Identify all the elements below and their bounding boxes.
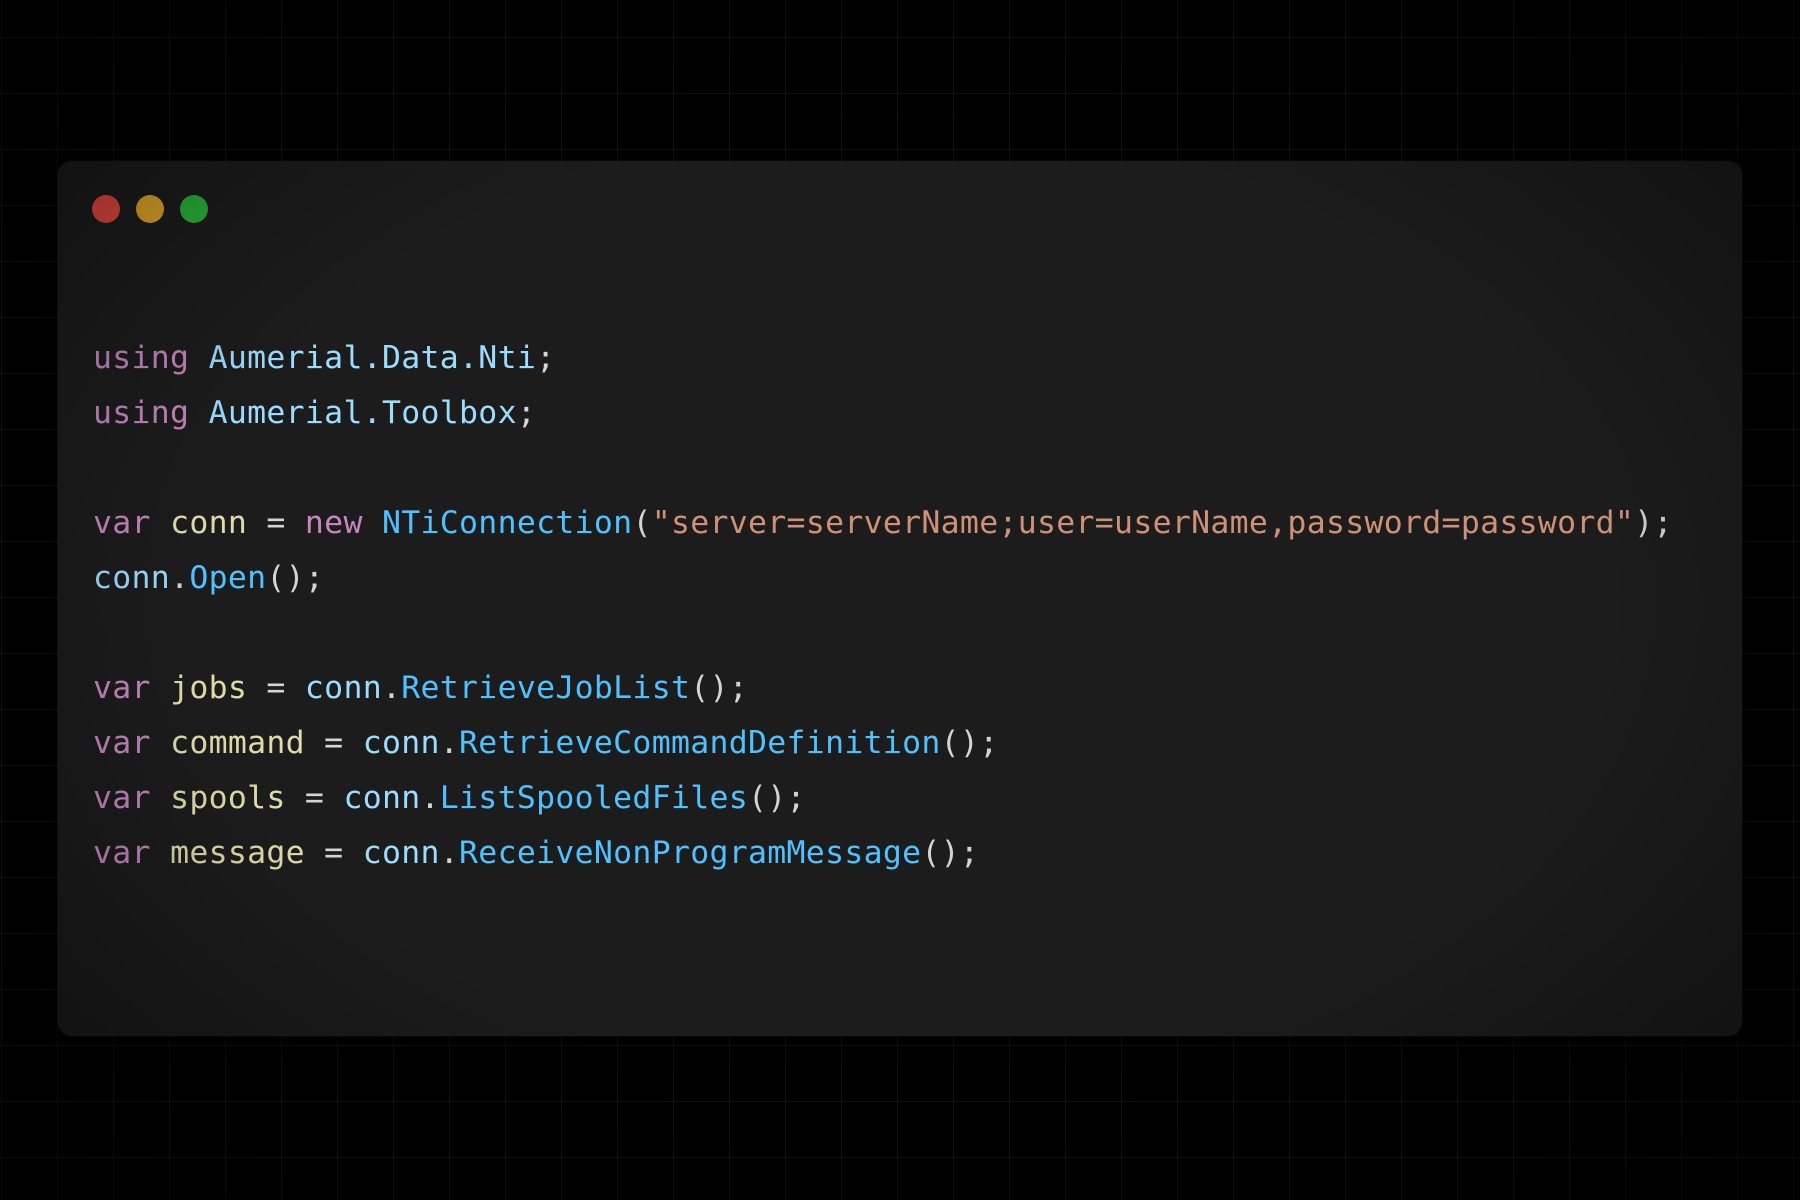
code-token: "server=serverName;user=userName,passwor…: [651, 505, 1635, 541]
code-token: );: [1634, 505, 1673, 541]
code-line: var conn = new NTiConnection("server=ser…: [93, 496, 1673, 551]
code-token: var: [93, 505, 151, 541]
code-token: jobs: [170, 670, 248, 706]
code-token: ;: [516, 395, 537, 431]
code-token: (: [632, 505, 652, 541]
code-token: ();: [940, 725, 999, 761]
code-token: var: [93, 725, 151, 761]
code-token: using: [93, 395, 190, 431]
code-token: ListSpooledFiles: [439, 780, 749, 816]
code-token: ;: [536, 340, 556, 376]
code-token: command: [170, 725, 305, 761]
code-token: NTiConnection: [381, 505, 633, 541]
window-controls: [92, 195, 208, 223]
code-token: ReceiveNonProgramMessage: [459, 835, 922, 871]
code-token: =: [247, 505, 305, 541]
maximize-button[interactable]: [180, 195, 208, 223]
code-token: conn: [362, 725, 440, 761]
code-token: =: [304, 835, 363, 871]
code-token: .: [439, 725, 460, 761]
code-token: var: [93, 780, 151, 816]
code-token: spools: [170, 780, 286, 816]
code-token: =: [304, 725, 363, 761]
code-token: using: [93, 340, 190, 376]
code-token: =: [247, 670, 305, 706]
code-line: using Aumerial.Toolbox;: [93, 386, 1673, 441]
code-line: var command = conn.RetrieveCommandDefini…: [93, 716, 1673, 771]
close-button[interactable]: [92, 195, 120, 223]
code-window: using Aumerial.Data.Nti; using Aumerial.T…: [58, 161, 1742, 1036]
code-token: RetrieveCommandDefinition: [459, 725, 941, 761]
code-token: var: [93, 670, 151, 706]
code-token: ();: [266, 560, 325, 596]
code-line: using Aumerial.Data.Nti;: [93, 331, 1673, 386]
code-line: var spools = conn.ListSpooledFiles();: [93, 771, 1673, 826]
code-token: conn: [170, 505, 248, 541]
code-token: .: [381, 670, 402, 706]
code-token: =: [285, 780, 344, 816]
code-line: var jobs = conn.RetrieveJobList();: [93, 661, 1673, 716]
code-token: conn: [362, 835, 440, 871]
minimize-button[interactable]: [136, 195, 164, 223]
code-token: conn: [304, 670, 382, 706]
code-token: Open: [189, 560, 267, 596]
code-token: .: [170, 560, 190, 596]
code-token: conn: [343, 780, 421, 816]
code-line: var message = conn.ReceiveNonProgramMess…: [93, 826, 1673, 881]
code-block: using Aumerial.Data.Nti; using Aumerial.T…: [93, 331, 1673, 881]
code-token: RetrieveJobList: [401, 670, 691, 706]
code-token: ();: [748, 780, 806, 816]
code-line: conn.Open();: [93, 551, 1673, 606]
code-token: .: [439, 835, 460, 871]
code-token: .: [420, 780, 440, 816]
code-token: Aumerial.Toolbox: [208, 395, 517, 431]
code-token: conn: [93, 560, 171, 596]
code-token: ();: [921, 835, 980, 871]
code-token: new: [304, 505, 363, 541]
code-token: Aumerial.Data.Nti: [208, 340, 537, 376]
code-token: ();: [690, 670, 749, 706]
code-token: message: [170, 835, 305, 871]
code-token: var: [93, 835, 151, 871]
